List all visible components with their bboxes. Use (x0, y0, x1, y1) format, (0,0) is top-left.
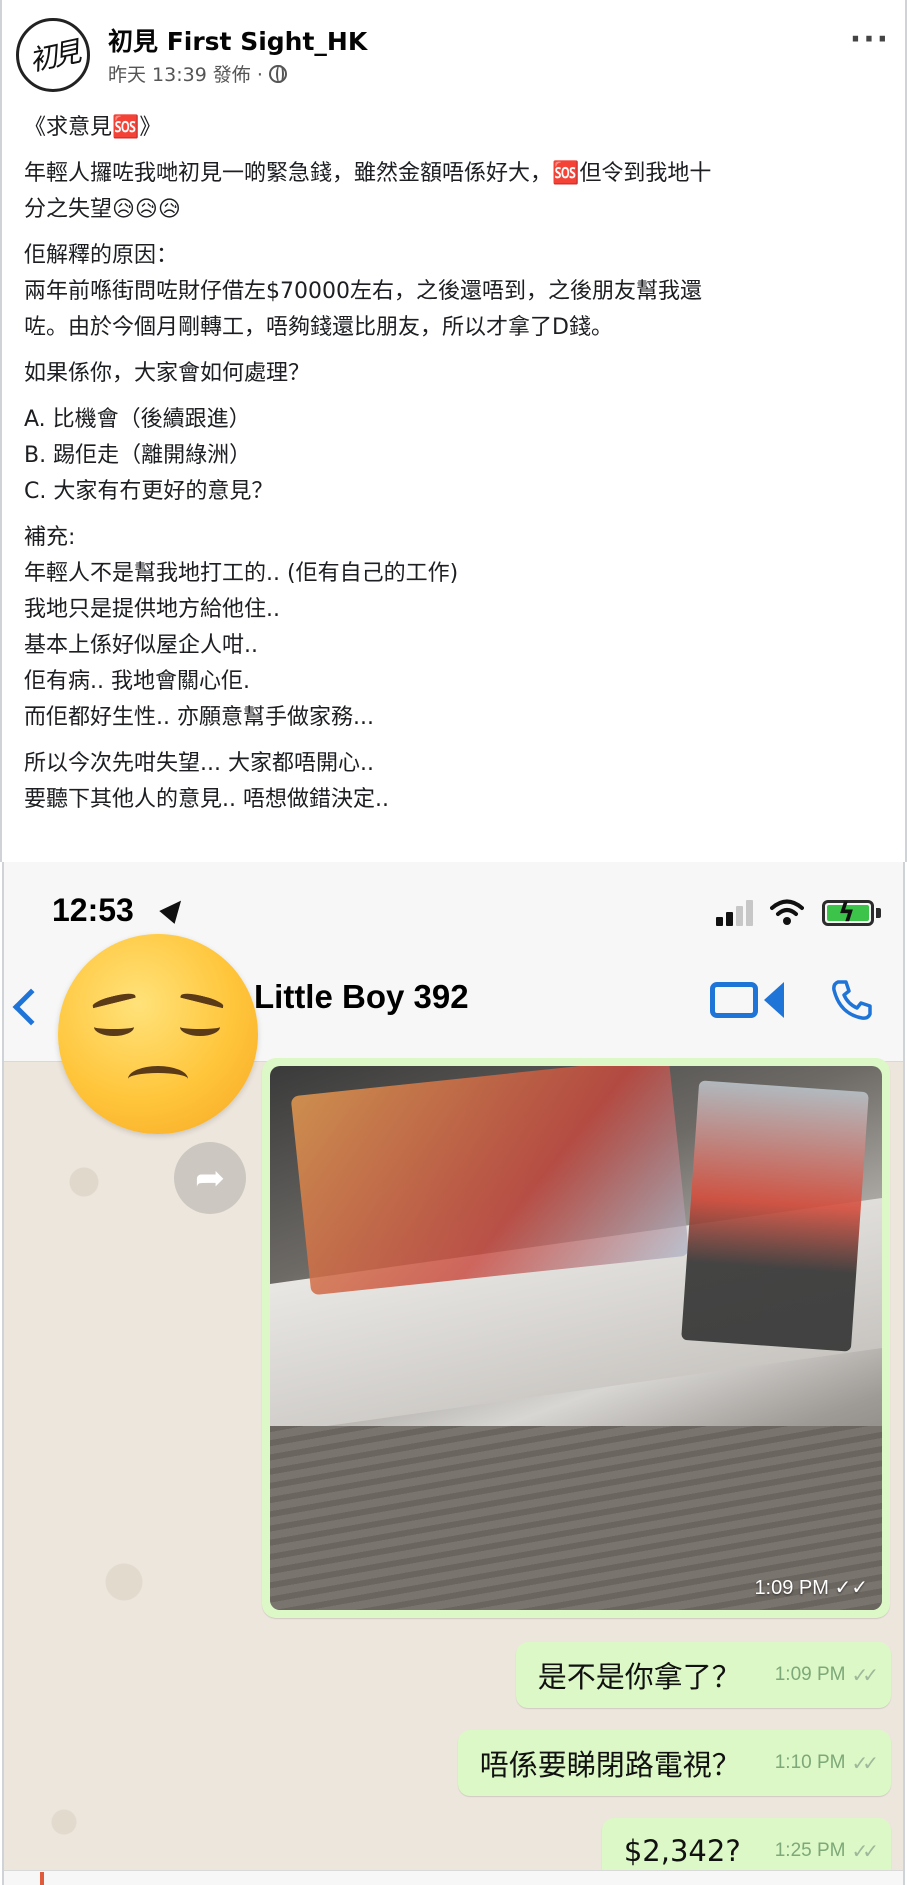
location-arrow-icon (159, 894, 189, 924)
post-line: A. 比機會（後續跟進） (24, 407, 251, 432)
post-paragraph: 年輕人攞咗我哋初見一啲緊急錢，雖然金額唔係好大，🆘但令到我地十 分之失望😥😥😥 (24, 156, 884, 228)
post-line: 而佢都好生性.. 亦願意幫手做家務... (24, 705, 374, 730)
post-action: 發佈 · (212, 64, 263, 86)
post-paragraph: 佢解釋的原因： 兩年前喺街問咗財仔借左$70000左右，之後還唔到，之後朋友幫我… (24, 238, 884, 346)
input-accent (40, 1872, 44, 1885)
page-name-link[interactable]: 初見 First Sight_HK (108, 22, 367, 58)
image-message-time: 1:09 PM ✓✓ (754, 1577, 868, 1599)
post-line: 要聽下其他人的意見.. 唔想做錯決定.. (24, 787, 389, 812)
read-ticks-icon: ✓✓ (851, 1751, 878, 1775)
chevron-left-icon[interactable] (12, 988, 50, 1026)
video-call-icon[interactable] (710, 982, 758, 1018)
photo-envelope (290, 1066, 690, 1296)
post-meta: 昨天 13:39 發佈 · (108, 60, 287, 87)
message-input-bar[interactable] (4, 1870, 903, 1885)
post-line: 佢解釋的原因： (24, 243, 179, 268)
post-line: C. 大家有冇更好的意見？ (24, 479, 274, 504)
post-line: 《求意見🆘》 (24, 115, 162, 140)
battery-tip (876, 908, 881, 918)
chat-screenshot: 12:53 ϟ Little Boy 392 ➦ 1:09 PM ✓✓ 是不是你… (2, 862, 905, 1885)
post-line: 補充: (24, 525, 76, 550)
contact-name[interactable]: Little Boy 392 (254, 978, 469, 1016)
post-line: B. 踢佢走（離開綠洲） (24, 443, 252, 468)
video-call-lens (764, 982, 784, 1018)
facebook-post: 初見 初見 First Sight_HK 昨天 13:39 發佈 · ··· 《… (0, 0, 907, 862)
chat-header: Little Boy 392 (4, 934, 903, 1134)
message-time: 1:25 PM (774, 1840, 846, 1861)
message-bubble[interactable]: 唔係要睇閉路電視？ 1:10 PM ✓✓ (457, 1730, 891, 1796)
signal-icon (716, 900, 756, 926)
read-ticks-icon: ✓✓ (851, 1663, 878, 1687)
read-ticks-icon: ✓✓ (851, 1839, 878, 1863)
post-timestamp[interactable]: 昨天 13:39 (108, 60, 207, 87)
charging-bolt-icon: ϟ (838, 898, 856, 928)
disappointed-face-emoji (58, 934, 258, 1134)
photo-bag (681, 1080, 869, 1352)
message-bubble[interactable]: 是不是你拿了？ 1:09 PM ✓✓ (515, 1642, 891, 1708)
post-line: 佢有病.. 我地會關心佢. (24, 669, 250, 694)
post-body: 《求意見🆘》 年輕人攞咗我哋初見一啲緊急錢，雖然金額唔係好大，🆘但令到我地十 分… (24, 110, 884, 828)
post-paragraph: 所以今次先咁失望... 大家都唔開心.. 要聽下其他人的意見.. 唔想做錯決定.… (24, 746, 884, 818)
more-options-button[interactable]: ··· (850, 22, 890, 57)
status-time: 12:53 (52, 892, 134, 928)
page-avatar[interactable]: 初見 (16, 18, 90, 92)
message-time: 1:09 PM (774, 1664, 846, 1685)
post-line: 咗。由於今個月剛轉工，唔夠錢還比朋友，所以才拿了D錢。 (24, 315, 613, 340)
globe-icon (268, 64, 287, 83)
status-bar: 12:53 ϟ (4, 862, 903, 942)
chat-area: ➦ 1:09 PM ✓✓ 是不是你拿了？ 1:09 PM ✓✓ 唔係要睇閉路電視… (4, 1058, 903, 1885)
forward-icon[interactable]: ➦ (174, 1142, 246, 1214)
message-text: $2,342? (623, 1834, 741, 1868)
post-line: 分之失望😥😥😥 (24, 197, 181, 222)
avatar-logo-text: 初見 (26, 35, 81, 78)
post-line: 年輕人不是幫我地打工的.. (佢有自己的工作) (24, 561, 459, 586)
post-paragraph: 《求意見🆘》 (24, 110, 884, 146)
message-time: 1:10 PM (774, 1752, 846, 1773)
message-text: 唔係要睇閉路電視？ (479, 1748, 741, 1782)
post-line: 年輕人攞咗我哋初見一啲緊急錢，雖然金額唔係好大，🆘但令到我地十 (24, 161, 712, 186)
image-message[interactable]: 1:09 PM ✓✓ (262, 1058, 890, 1618)
post-line: 如果係你，大家會如何處理？ (24, 361, 311, 386)
post-line: 兩年前喺街問咗財仔借左$70000左右，之後還唔到，之後朋友幫我還 (24, 279, 702, 304)
post-header: 初見 初見 First Sight_HK 昨天 13:39 發佈 · ··· (16, 14, 896, 94)
wifi-icon (770, 899, 804, 925)
post-paragraph: 補充: 年輕人不是幫我地打工的.. (佢有自己的工作) 我地只是提供地方給他住.… (24, 520, 884, 736)
post-paragraph: 如果係你，大家會如何處理？ (24, 356, 884, 392)
message-photo[interactable]: 1:09 PM ✓✓ (270, 1066, 882, 1610)
post-line: 所以今次先咁失望... 大家都唔開心.. (24, 751, 374, 776)
post-line: 我地只是提供地方給他住.. (24, 597, 280, 622)
post-line: 基本上係好似屋企人咁.. (24, 633, 258, 658)
phone-call-icon[interactable] (828, 976, 876, 1024)
post-paragraph: A. 比機會（後續跟進） B. 踢佢走（離開綠洲） C. 大家有冇更好的意見？ (24, 402, 884, 510)
message-text: 是不是你拿了？ (537, 1660, 741, 1694)
